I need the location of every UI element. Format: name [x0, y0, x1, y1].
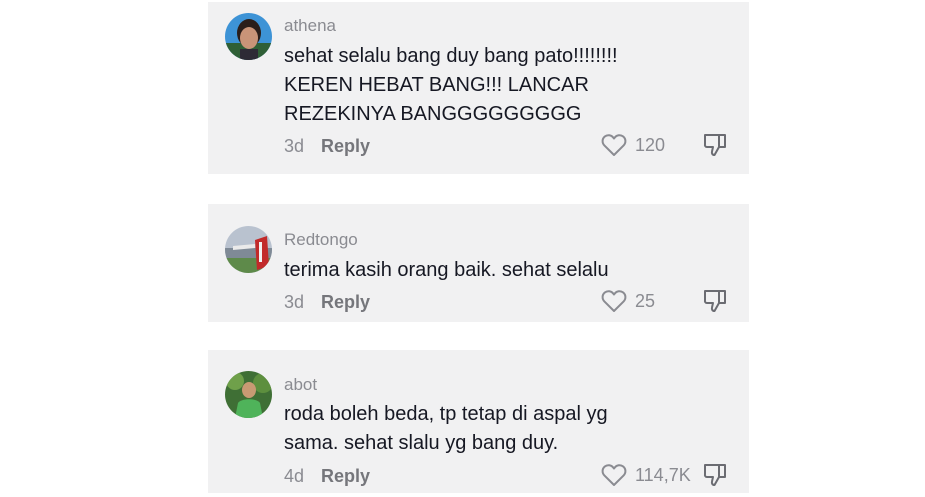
comment-text-line: roda boleh beda, tp tetap di aspal yg [284, 403, 608, 425]
avatar-image [225, 226, 272, 273]
comment-age: 3d [284, 292, 305, 312]
thumbs-down-outline-icon [703, 464, 726, 486]
heart-outline-icon [601, 290, 627, 312]
like-count: 25 [635, 290, 656, 311]
heart-outline-icon [601, 134, 627, 156]
avatar-image [225, 371, 272, 418]
like-count: 120 [635, 134, 666, 155]
thumbs-down-outline-icon [703, 290, 726, 312]
dislike-button[interactable] [702, 132, 728, 158]
comment-text-line: sehat selalu bang duy bang pato!!!!!!!! [284, 45, 618, 67]
comment-text-line: REZEKINYA BANGGGGGGGGG [284, 103, 582, 125]
comment-text-line: terima kasih orang baik. sehat selalu [284, 259, 609, 281]
heart-outline-icon [601, 464, 627, 486]
dislike-button[interactable] [702, 462, 728, 488]
comment-text-line: sama. sehat slalu yg bang duy. [284, 432, 559, 454]
comment-card: athena sehat selalu bang duy bang pato!!… [208, 2, 749, 174]
comment-text-line: KEREN HEBAT BANG!!! LANCAR [284, 74, 589, 96]
thumbs-down-outline-icon [703, 134, 726, 156]
comment-age: 3d [284, 136, 305, 156]
reply-button[interactable]: Reply [321, 292, 370, 312]
comment-username[interactable]: abot [284, 375, 317, 395]
avatar-image [225, 13, 272, 60]
reply-button[interactable]: Reply [321, 136, 370, 156]
comment-meta: 3d Reply [284, 135, 370, 157]
avatar[interactable] [225, 371, 272, 418]
reply-button[interactable]: Reply [321, 466, 370, 486]
comment-meta: 4d Reply [284, 465, 370, 487]
avatar[interactable] [225, 13, 272, 60]
comment-username[interactable]: Redtongo [284, 230, 358, 250]
comment-card: Redtongo terima kasih orang baik. sehat … [208, 204, 749, 322]
comment-text: roda boleh beda, tp tetap di aspal yg sa… [284, 400, 644, 458]
like-button[interactable]: 114,7K [601, 462, 691, 488]
comment-username[interactable]: athena [284, 16, 336, 36]
comment-text: sehat selalu bang duy bang pato!!!!!!!! … [284, 42, 644, 129]
comment-age: 4d [284, 466, 305, 486]
dislike-button[interactable] [702, 288, 728, 314]
like-button[interactable]: 120 [601, 132, 665, 158]
comment-card: abot roda boleh beda, tp tetap di aspal … [208, 350, 749, 493]
comment-text: terima kasih orang baik. sehat selalu [284, 256, 644, 285]
avatar[interactable] [225, 226, 272, 273]
like-button[interactable]: 25 [601, 288, 655, 314]
like-count: 114,7K [635, 464, 691, 485]
comment-meta: 3d Reply [284, 291, 370, 313]
